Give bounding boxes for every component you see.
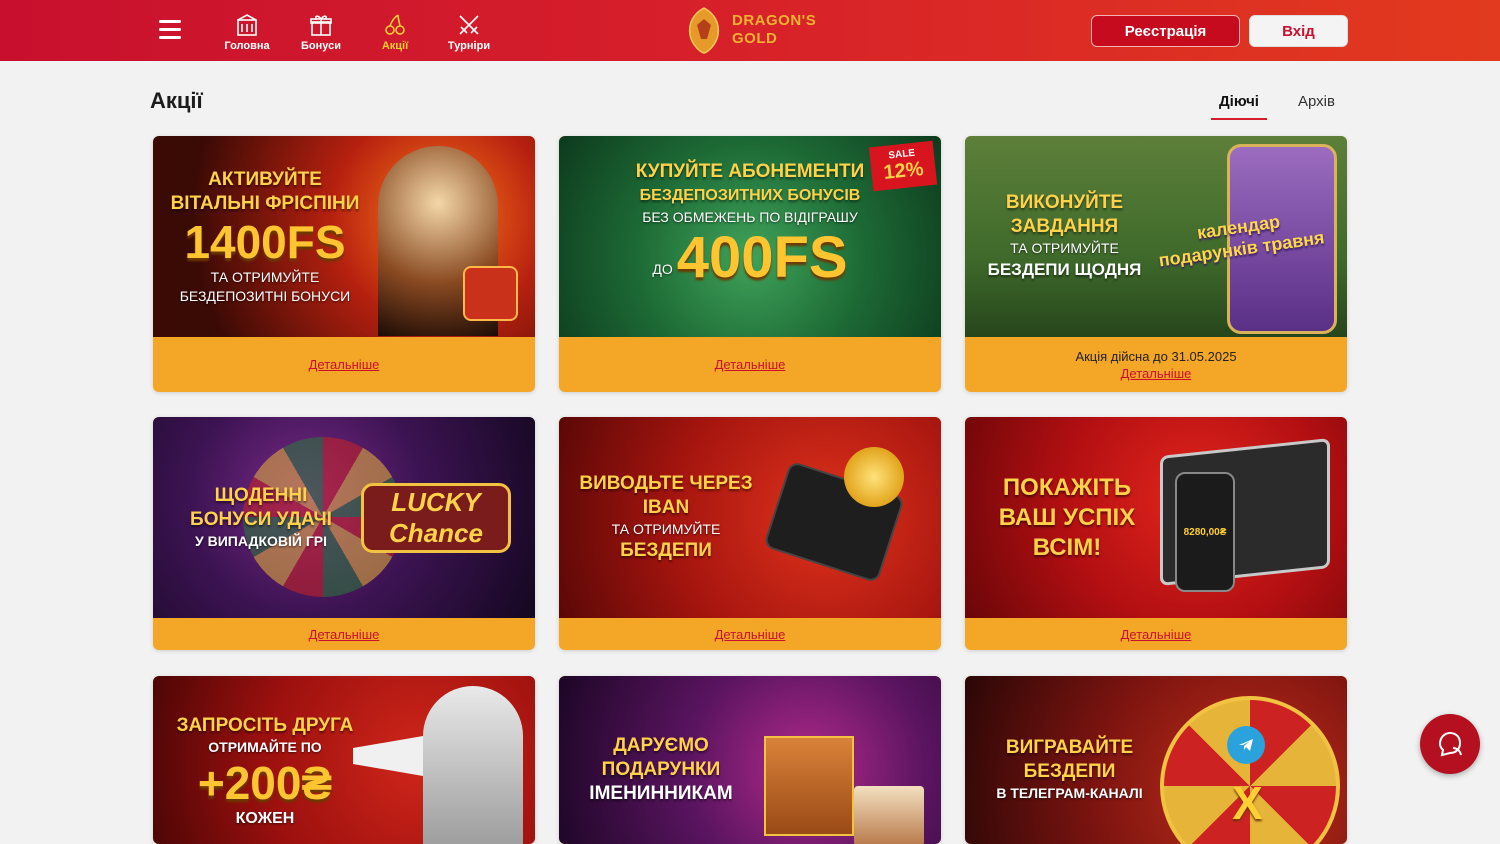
promo-banner-image: ДАРУЄМО ПОДАРУНКИ ІМЕНИННИКАМ [559,676,941,844]
banner-line: БЕЗДЕПИ [620,540,712,561]
banner-line: ЗАПРОСІТЬ ДРУГА [176,715,354,736]
dragon-logo-icon [688,7,720,54]
promo-banner-image: ВИВОДЬТЕ ЧЕРЕЗ IBAN ТА ОТРИМУЙТЕ БЕЗДЕПИ [559,417,941,618]
promo-card[interactable]: SALE 12% КУПУЙТЕ АБОНЕМЕНТИ БЕЗДЕПОЗИТНИ… [559,136,941,392]
tab-active[interactable]: Діючі [1211,93,1267,120]
promo-card[interactable]: ВИВОДЬТЕ ЧЕРЕЗ IBAN ТА ОТРИМУЙТЕ БЕЗДЕПИ… [559,417,941,650]
tab-archive[interactable]: Архів [1298,93,1335,110]
banner-line: ТА ОТРИМУЙТЕ [1010,240,1119,256]
banner-line: ВСІМ! [1032,533,1102,561]
support-chat-button[interactable] [1420,714,1480,774]
gift-icon [310,15,332,36]
top-header: Головна Бонуси Акції Турніри DRAGON'S GO… [0,0,1500,61]
promo-banner-image: 8280,00₴ ПОКАЖІТЬ ВАШ УСПІХ ВСІМ! [965,417,1347,618]
promo-banner-image: календар подарунків травня ВИКОНУЙТЕ ЗАВ… [965,136,1347,337]
banner-line: ОТРИМАЙТЕ ПО [208,739,322,755]
banner-line: КУПУЙТЕ АБОНЕМЕНТИ [635,161,865,182]
banner-line: БЕЗДЕПОЗИТНИХ БОНУСІВ [639,187,861,204]
banner-line: ДО [652,261,673,277]
banner-line: ІМЕНИННИКАМ [589,783,733,804]
telegram-icon [1227,726,1265,764]
banner-line: В ТЕЛЕГРАМ-КАНАЛІ [996,785,1143,801]
banner-line: ЩОДЕННІ [214,485,308,506]
promo-end-date: Акція дійсна до 31.05.2025 [1075,348,1237,364]
card-footer: Детальніше [965,618,1347,650]
card-footer: Детальніше [559,618,941,650]
nav-label: Турніри [447,40,491,52]
banner-amount: 400FS [676,225,848,290]
promo-banner-image: SALE 12% КУПУЙТЕ АБОНЕМЕНТИ БЕЗДЕПОЗИТНИ… [559,136,941,337]
nav-label: Головна [224,40,270,52]
banner-line: ДАРУЄМО [613,735,709,756]
banner-line: ВИКОНУЙТЕ [1005,192,1124,213]
banner-line: ВИВОДЬТЕ ЧЕРЕЗ [579,473,753,494]
nav-item-bonuses[interactable]: Бонуси [286,8,356,52]
banner-line: БЕЗДЕПИ [1023,761,1116,782]
login-button[interactable]: Вхід [1249,15,1348,47]
banner-amount: 1400FS [184,215,346,268]
statue-image [423,686,523,844]
casino-building-icon [237,14,257,36]
nav-item-promotions[interactable]: Акції [360,8,430,52]
logo-text-line2: GOLD [732,30,778,47]
promo-card[interactable]: LUCKY Chance ЩОДЕННІ БОНУСИ УДАЧІ У ВИПА… [153,417,535,650]
card-footer: Детальніше [153,337,535,392]
promo-banner-image: АКТИВУЙТЕ ВІТАЛЬНІ ФРІСПІНИ 1400FS ТА ОТ… [153,136,535,337]
page-title: Акції [150,88,203,113]
card-footer: Детальніше [559,337,941,392]
nav-label: Акції [381,40,409,52]
promo-card[interactable]: календар подарунків травня ВИКОНУЙТЕ ЗАВ… [965,136,1347,392]
promo-banner-image: X ВИГРАВАЙТЕ БЕЗДЕПИ В ТЕЛЕГРАМ-КАНАЛІ [965,676,1347,844]
slot-reels-image [463,266,518,321]
banner-line: АКТИВУЙТЕ [208,168,322,190]
banner-line: ЗАВДАННЯ [1010,216,1119,237]
crossed-swords-icon [459,15,479,35]
main-nav: Головна Бонуси Акції Турніри [212,8,508,52]
site-logo[interactable]: DRAGON'S GOLD [682,4,822,56]
cake-image [854,786,924,844]
banner-line: БОНУСИ УДАЧІ [190,509,332,530]
banner-line: У ВИПАДКОВІЙ ГРІ [195,533,327,549]
banner-line: КОЖЕН [235,810,295,827]
nav-item-tournaments[interactable]: Турніри [434,8,504,52]
promo-card[interactable]: ДАРУЄМО ПОДАРУНКИ ІМЕНИННИКАМ [559,676,941,844]
banner-line: ВАШ УСПІХ [998,503,1136,531]
nav-label: Бонуси [301,40,341,52]
details-link[interactable]: Детальніше [715,627,786,642]
phone-balance: 8280,00₴ [1175,472,1235,592]
promo-banner-image: ЗАПРОСІТЬ ДРУГА ОТРИМАЙТЕ ПО +200₴ КОЖЕН [153,676,535,844]
card-footer: Акція дійсна до 31.05.2025 Детальніше [965,337,1347,392]
nav-item-home[interactable]: Головна [212,8,282,52]
banner-line: ТА ОТРИМУЙТЕ [210,268,320,285]
chat-bubbles-icon [1438,731,1462,757]
promo-card[interactable]: 8280,00₴ ПОКАЖІТЬ ВАШ УСПІХ ВСІМ! Деталь… [965,417,1347,650]
banner-line: БЕЗДЕПОЗИТНІ БОНУСИ [179,287,351,304]
details-link[interactable]: Детальніше [715,357,786,372]
banner-line: ВИГРАВАЙТЕ [1005,737,1134,758]
details-link[interactable]: Детальніше [309,357,380,372]
promo-banner-image: LUCKY Chance ЩОДЕННІ БОНУСИ УДАЧІ У ВИПА… [153,417,535,618]
card-footer: Детальніше [153,618,535,650]
banner-line: ВІТАЛЬНІ ФРІСПІНИ [170,192,360,214]
details-link[interactable]: Детальніше [1121,627,1192,642]
banner-line: IBAN [642,497,690,518]
banner-amount: +200₴ [197,757,333,809]
register-button[interactable]: Реєстрація [1091,15,1240,47]
cherries-icon [385,14,405,35]
details-link[interactable]: Детальніше [309,627,380,642]
banner-line: ПОКАЖІТЬ [1002,473,1132,501]
wheel-x-mark: X [1232,777,1263,829]
banner-line: БЕЗДЕПИ ЩОДНЯ [987,260,1142,279]
gift-box-image [764,736,854,836]
promo-card[interactable]: X ВИГРАВАЙТЕ БЕЗДЕПИ В ТЕЛЕГРАМ-КАНАЛІ [965,676,1347,844]
gold-coin-image [844,447,904,507]
lucky-chance-logo: LUCKY Chance [361,483,511,553]
menu-burger-icon[interactable] [159,20,181,40]
banner-line: ПОДАРУНКИ [601,759,721,780]
banner-line: ТА ОТРИМУЙТЕ [611,521,721,537]
promo-card[interactable]: ЗАПРОСІТЬ ДРУГА ОТРИМАЙТЕ ПО +200₴ КОЖЕН [153,676,535,844]
promo-card[interactable]: АКТИВУЙТЕ ВІТАЛЬНІ ФРІСПІНИ 1400FS ТА ОТ… [153,136,535,392]
logo-text-line1: DRAGON'S [732,12,817,29]
details-link[interactable]: Детальніше [1121,366,1192,381]
